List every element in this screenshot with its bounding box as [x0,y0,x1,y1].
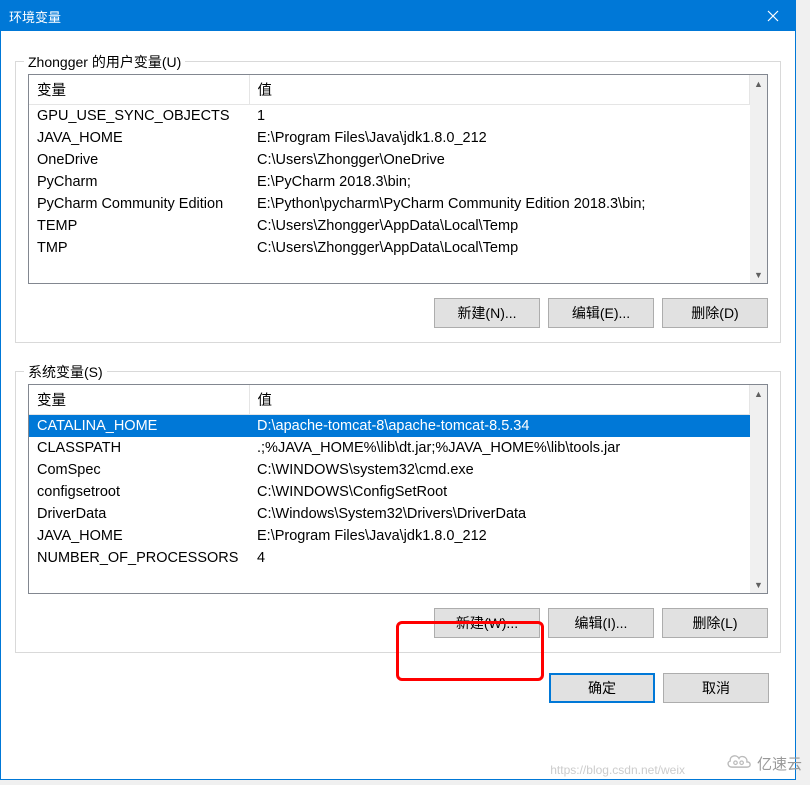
table-row[interactable]: ComSpecC:\WINDOWS\system32\cmd.exe [29,459,750,481]
table-row[interactable]: TEMPC:\Users\Zhongger\AppData\Local\Temp [29,215,750,237]
cell-variable: CATALINA_HOME [29,415,249,438]
logo-text: 亿速云 [757,753,802,774]
user-vars-scrollbar[interactable]: ▲ ▼ [750,75,767,283]
table-row[interactable]: JAVA_HOMEE:\Program Files\Java\jdk1.8.0_… [29,525,750,547]
table-row[interactable]: configsetrootC:\WINDOWS\ConfigSetRoot [29,481,750,503]
cell-value: C:\Windows\System32\Drivers\DriverData [249,503,750,525]
cell-variable: DriverData [29,503,249,525]
cell-variable: TEMP [29,215,249,237]
cloud-icon [725,751,753,775]
cell-variable: JAVA_HOME [29,525,249,547]
cell-value: D:\apache-tomcat-8\apache-tomcat-8.5.34 [249,415,750,438]
user-new-button[interactable]: 新建(N)... [434,298,540,328]
close-button[interactable] [750,1,795,31]
user-variables-group: Zhongger 的用户变量(U) 变量 值 GPU_USE_SYNC_OBJE… [15,61,781,343]
scroll-up-icon[interactable]: ▲ [750,385,767,402]
table-row[interactable]: CATALINA_HOMED:\apache-tomcat-8\apache-t… [29,415,750,438]
cell-value: E:\Python\pycharm\PyCharm Community Edit… [249,193,750,215]
cell-value: C:\Users\Zhongger\AppData\Local\Temp [249,237,750,259]
scroll-up-icon[interactable]: ▲ [750,75,767,92]
sys-delete-button[interactable]: 删除(L) [662,608,768,638]
cancel-button[interactable]: 取消 [663,673,769,703]
user-vars-table-container: 变量 值 GPU_USE_SYNC_OBJECTS1JAVA_HOMEE:\Pr… [28,74,768,284]
table-row[interactable]: CLASSPATH.;%JAVA_HOME%\lib\dt.jar;%JAVA_… [29,437,750,459]
close-icon [767,10,779,22]
cell-variable: PyCharm Community Edition [29,193,249,215]
sys-edit-button[interactable]: 编辑(I)... [548,608,654,638]
cell-value: E:\Program Files\Java\jdk1.8.0_212 [249,525,750,547]
user-vars-button-row: 新建(N)... 编辑(E)... 删除(D) [28,298,768,328]
sys-vars-scrollbar[interactable]: ▲ ▼ [750,385,767,593]
cell-value: 4 [249,547,750,569]
cell-value: E:\Program Files\Java\jdk1.8.0_212 [249,127,750,149]
cell-variable: CLASSPATH [29,437,249,459]
table-row[interactable]: GPU_USE_SYNC_OBJECTS1 [29,105,750,128]
scroll-track[interactable] [750,402,767,576]
user-edit-button[interactable]: 编辑(E)... [548,298,654,328]
scroll-down-icon[interactable]: ▼ [750,576,767,593]
user-vars-table[interactable]: 变量 值 GPU_USE_SYNC_OBJECTS1JAVA_HOMEE:\Pr… [29,75,750,259]
col-header-value[interactable]: 值 [249,385,750,415]
table-row[interactable]: OneDriveC:\Users\Zhongger\OneDrive [29,149,750,171]
sys-vars-table-container: 变量 值 CATALINA_HOMED:\apache-tomcat-8\apa… [28,384,768,594]
cell-variable: GPU_USE_SYNC_OBJECTS [29,105,249,128]
table-row[interactable]: PyCharm Community EditionE:\Python\pycha… [29,193,750,215]
table-row[interactable]: PyCharmE:\PyCharm 2018.3\bin; [29,171,750,193]
col-header-variable[interactable]: 变量 [29,385,249,415]
table-row[interactable]: TMPC:\Users\Zhongger\AppData\Local\Temp [29,237,750,259]
dialog-footer-buttons: 确定 取消 [15,673,781,703]
cell-variable: configsetroot [29,481,249,503]
sys-vars-button-row: 新建(W)... 编辑(I)... 删除(L) [28,608,768,638]
scroll-track[interactable] [750,92,767,266]
col-header-variable[interactable]: 变量 [29,75,249,105]
cell-value: .;%JAVA_HOME%\lib\dt.jar;%JAVA_HOME%\lib… [249,437,750,459]
scroll-down-icon[interactable]: ▼ [750,266,767,283]
cell-variable: NUMBER_OF_PROCESSORS [29,547,249,569]
sys-vars-label: 系统变量(S) [24,362,107,382]
environment-variables-dialog: 环境变量 Zhongger 的用户变量(U) 变量 值 GPU [0,0,796,780]
sys-vars-table[interactable]: 变量 值 CATALINA_HOMED:\apache-tomcat-8\apa… [29,385,750,569]
table-row[interactable]: DriverDataC:\Windows\System32\Drivers\Dr… [29,503,750,525]
sys-new-button[interactable]: 新建(W)... [434,608,540,638]
cell-value: C:\Users\Zhongger\OneDrive [249,149,750,171]
cell-value: C:\WINDOWS\ConfigSetRoot [249,481,750,503]
window-title: 环境变量 [9,7,750,26]
cell-variable: ComSpec [29,459,249,481]
logo-corner: 亿速云 [725,751,802,775]
watermark-text: https://blog.csdn.net/weix [550,763,685,777]
user-vars-label: Zhongger 的用户变量(U) [24,52,185,72]
cell-value: E:\PyCharm 2018.3\bin; [249,171,750,193]
dialog-content: Zhongger 的用户变量(U) 变量 值 GPU_USE_SYNC_OBJE… [1,31,795,717]
cell-variable: OneDrive [29,149,249,171]
cell-value: 1 [249,105,750,128]
cell-variable: JAVA_HOME [29,127,249,149]
system-variables-group: 系统变量(S) 变量 值 CATALINA_HOMED:\apache-tomc… [15,371,781,653]
col-header-value[interactable]: 值 [249,75,750,105]
titlebar: 环境变量 [1,1,795,31]
cell-value: C:\Users\Zhongger\AppData\Local\Temp [249,215,750,237]
cell-value: C:\WINDOWS\system32\cmd.exe [249,459,750,481]
cell-variable: PyCharm [29,171,249,193]
table-row[interactable]: NUMBER_OF_PROCESSORS4 [29,547,750,569]
user-delete-button[interactable]: 删除(D) [662,298,768,328]
ok-button[interactable]: 确定 [549,673,655,703]
cell-variable: TMP [29,237,249,259]
table-row[interactable]: JAVA_HOMEE:\Program Files\Java\jdk1.8.0_… [29,127,750,149]
